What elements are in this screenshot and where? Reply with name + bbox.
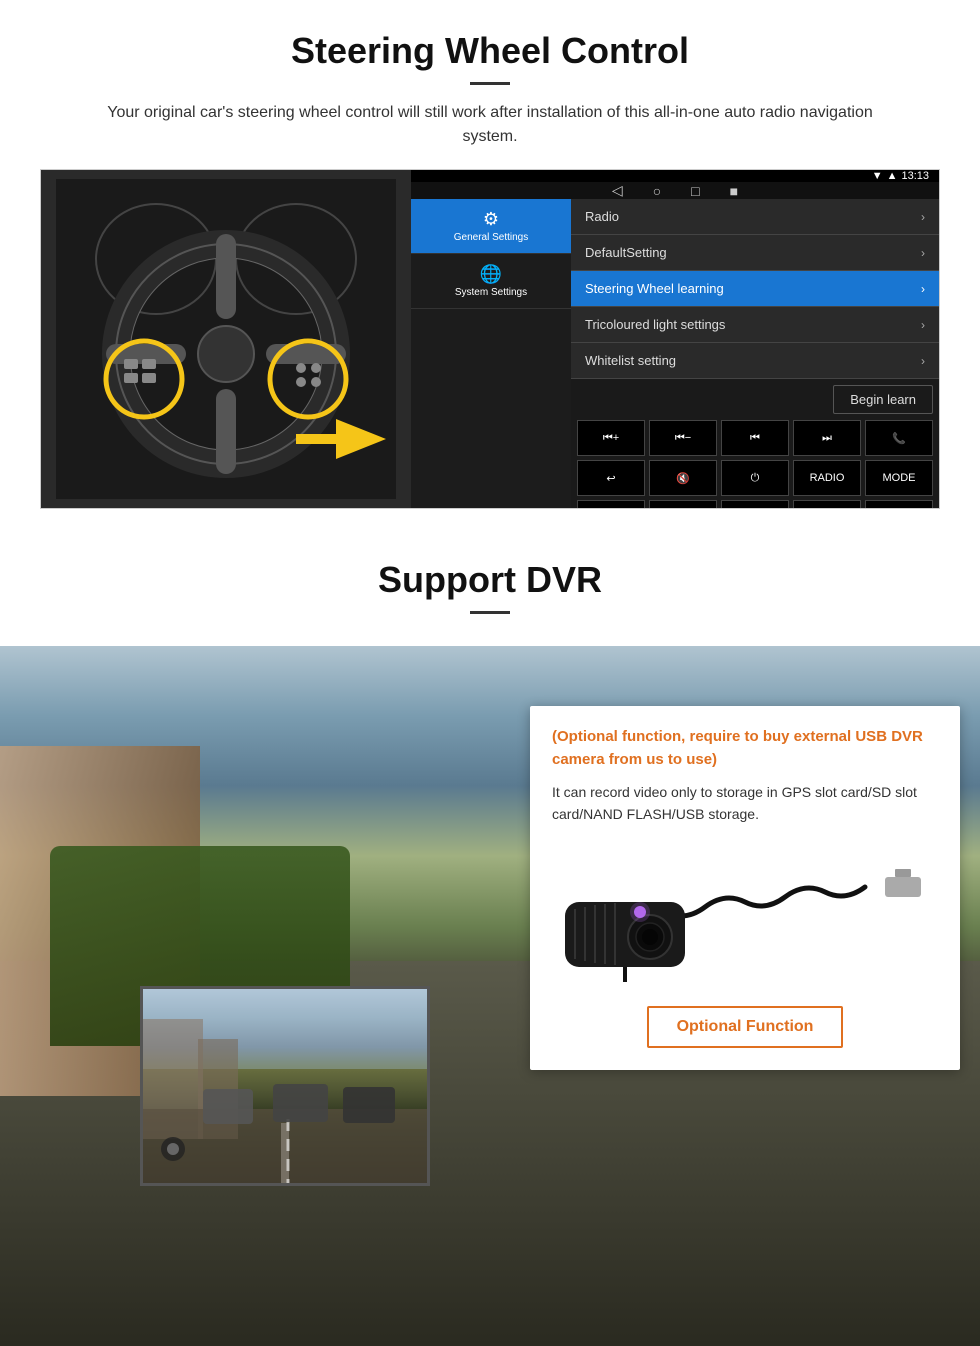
android-nav-bar: ◁ ○ □ ■ [411, 182, 939, 199]
android-content: ⚙ General Settings 🌐 System Settings Rad… [411, 199, 939, 509]
ctrl-call-prev[interactable]: 📞⏮ [793, 500, 861, 509]
menu-tricoloured-label: Tricoloured light settings [585, 317, 725, 332]
menu-list: Radio › DefaultSetting › Steering Wheel … [571, 199, 939, 379]
ctrl-prev-track[interactable]: ⏮ [721, 420, 789, 456]
page-title: Steering Wheel Control [40, 30, 940, 72]
ctrl-hangup[interactable]: ↩ [577, 460, 645, 496]
menu-radio-label: Radio [585, 209, 619, 224]
dvr-description: It can record video only to storage in G… [552, 781, 938, 826]
ctrl-vol-down[interactable]: ⏮− [649, 420, 717, 456]
dvr-title: Support DVR [40, 559, 940, 601]
menu-whitelist-label: Whitelist setting [585, 353, 676, 368]
menu-radio-arrow: › [921, 210, 925, 224]
ctrl-call[interactable]: 📞 [865, 420, 933, 456]
gear-icon: ⚙ [483, 209, 499, 230]
tab-system-label: System Settings [455, 287, 527, 298]
title-divider [470, 82, 510, 85]
recents-icon[interactable]: □ [691, 183, 699, 199]
menu-steering-arrow: › [921, 282, 925, 296]
dvr-info-card: (Optional function, require to buy exter… [530, 706, 960, 1070]
menu-item-whitelist[interactable]: Whitelist setting › [571, 343, 939, 379]
tab-general-label: General Settings [454, 232, 529, 243]
dvr-header: Support DVR [0, 529, 980, 646]
menu-icon[interactable]: ■ [730, 183, 738, 199]
ctrl-audio[interactable]: AUDIO [649, 500, 717, 509]
page-subtitle: Your original car's steering wheel contr… [80, 101, 900, 149]
android-main-panel: Radio › DefaultSetting › Steering Wheel … [571, 199, 939, 509]
menu-whitelist-arrow: › [921, 354, 925, 368]
control-panel: Begin learn ⏮+ ⏮− ⏮ ⏭ 📞 ↩ 🔇 ⏻ RADIO [571, 379, 939, 509]
steering-section: Steering Wheel Control Your original car… [0, 0, 980, 529]
dvr-camera-illustration [552, 842, 938, 992]
ctrl-mode[interactable]: MODE [865, 460, 933, 496]
steering-photo [41, 170, 411, 508]
dvr-section: Support DVR [0, 529, 980, 1346]
control-buttons-grid: ⏮+ ⏮− ⏮ ⏭ 📞 ↩ 🔇 ⏻ RADIO MODE DVD AUDIO [577, 420, 933, 509]
menu-item-tricoloured[interactable]: Tricoloured light settings › [571, 307, 939, 343]
sidebar-tab-system[interactable]: 🌐 System Settings [411, 254, 571, 309]
back-icon[interactable]: ◁ [612, 182, 623, 199]
begin-learn-button[interactable]: Begin learn [833, 385, 933, 414]
home-icon[interactable]: ○ [653, 183, 661, 199]
ctrl-vol-up[interactable]: ⏮+ [577, 420, 645, 456]
ctrl-power[interactable]: ⏻ [721, 460, 789, 496]
signal-icon: ▲ [887, 170, 898, 182]
steering-wheel-svg [56, 179, 396, 499]
statusbar-icons: ▼ ▲ 13:13 [872, 170, 929, 182]
begin-learn-row: Begin learn [577, 385, 933, 414]
ctrl-next-mixed[interactable]: ✕⏭ [865, 500, 933, 509]
android-sidebar: ⚙ General Settings 🌐 System Settings [411, 199, 571, 509]
dvr-background-container: (Optional function, require to buy exter… [0, 646, 980, 1346]
menu-item-steering-learning[interactable]: Steering Wheel learning › [571, 271, 939, 307]
inset-scene-svg [143, 989, 430, 1186]
ctrl-mute[interactable]: 🔇 [649, 460, 717, 496]
dvr-optional-heading: (Optional function, require to buy exter… [552, 726, 938, 771]
menu-item-radio[interactable]: Radio › [571, 199, 939, 235]
dvr-title-divider [470, 611, 510, 614]
ctrl-radio[interactable]: RADIO [793, 460, 861, 496]
optional-function-button[interactable]: Optional Function [647, 1006, 844, 1048]
menu-tricoloured-arrow: › [921, 318, 925, 332]
dvr-camera-svg [555, 847, 935, 987]
android-screen: ▼ ▲ 13:13 ◁ ○ □ ■ ⚙ General Settings [411, 170, 939, 508]
menu-steering-label: Steering Wheel learning [585, 281, 724, 296]
android-statusbar: ▼ ▲ 13:13 [411, 170, 939, 182]
menu-item-defaultsetting[interactable]: DefaultSetting › [571, 235, 939, 271]
ctrl-gps[interactable]: GPS [721, 500, 789, 509]
sidebar-tab-general[interactable]: ⚙ General Settings [411, 199, 571, 254]
wifi-icon: ▼ [872, 170, 883, 182]
time-display: 13:13 [901, 170, 929, 182]
ctrl-next-track[interactable]: ⏭ [793, 420, 861, 456]
dvr-inset-photo [140, 986, 430, 1186]
globe-icon: 🌐 [480, 264, 502, 285]
menu-default-arrow: › [921, 246, 925, 260]
steering-demo-container: ▼ ▲ 13:13 ◁ ○ □ ■ ⚙ General Settings [40, 169, 940, 509]
menu-default-label: DefaultSetting [585, 245, 667, 260]
ctrl-dvd[interactable]: DVD [577, 500, 645, 509]
